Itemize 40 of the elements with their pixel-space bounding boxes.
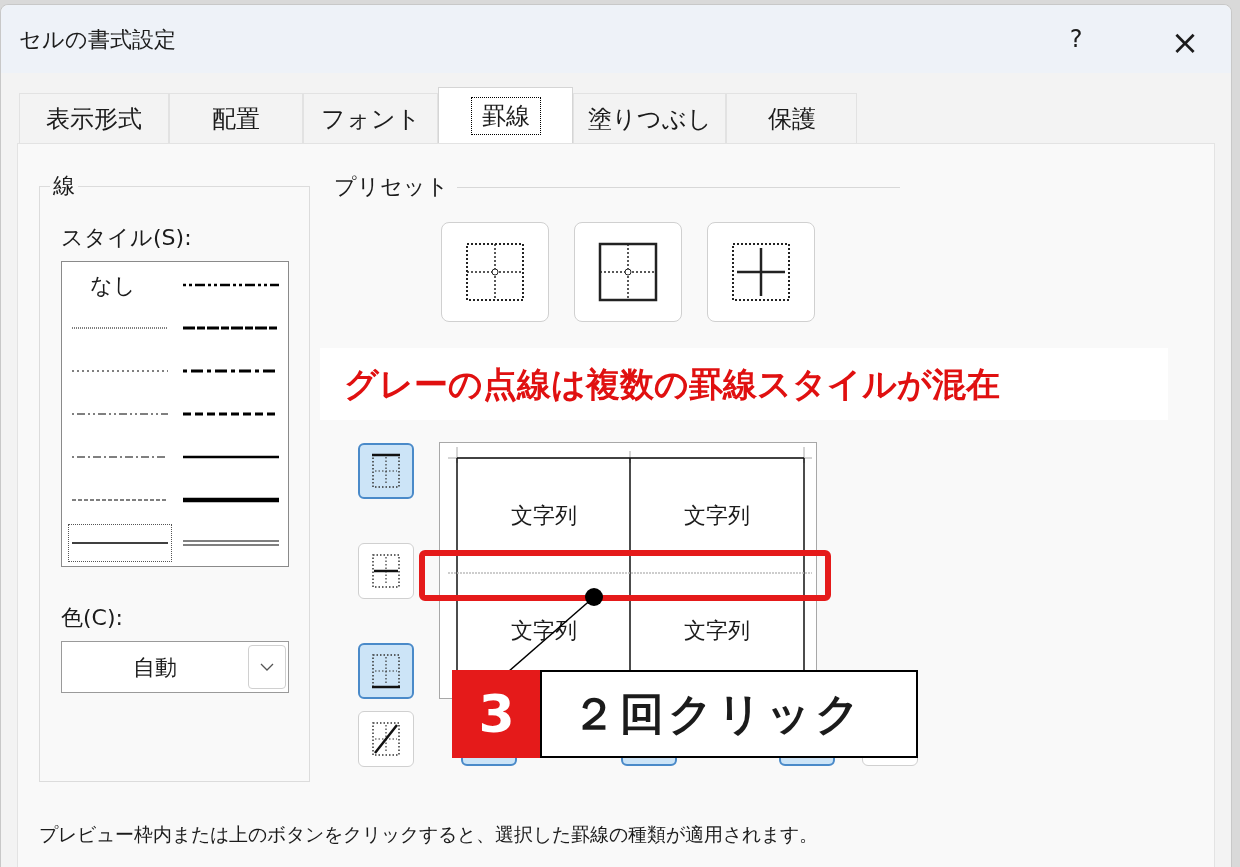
border-toggle-button[interactable] — [358, 443, 414, 499]
tab[interactable]: 罫線 — [438, 87, 573, 143]
style-label: スタイル(S): — [61, 224, 193, 252]
step-number-tooltip: 3 — [452, 670, 541, 758]
bottom-border-icon — [371, 653, 401, 689]
color-label: 色(C): — [61, 604, 124, 632]
color-value: 自動 — [132, 653, 178, 682]
group-title: プリセット — [334, 173, 449, 201]
middle-border-icon — [371, 553, 401, 589]
preview-cell-text: 文字列 — [684, 502, 751, 530]
outline-grid-icon — [598, 242, 658, 302]
preset-button[interactable] — [441, 222, 549, 322]
close-button[interactable]: × — [1157, 17, 1213, 61]
line-style-option[interactable] — [67, 523, 172, 562]
preset-button[interactable] — [574, 222, 682, 322]
line-style-list[interactable]: なし — [61, 261, 289, 567]
preview-cell-text: 文字列 — [684, 617, 751, 645]
top-border-icon — [371, 453, 401, 489]
tab[interactable]: 表示形式 — [19, 93, 169, 143]
border-toggle-button[interactable] — [358, 643, 414, 699]
step-callout-tooltip: ２回クリック — [540, 670, 918, 758]
preview-cell-text: 文字列 — [510, 617, 577, 645]
diagonal-border-icon — [371, 721, 401, 757]
border-toggle-button[interactable] — [358, 711, 414, 767]
hint-text: プレビュー枠内または上のボタンをクリックすると、選択した罫線の種類が適用されます。 — [39, 822, 819, 847]
preview-cell-text: 文字列 — [510, 502, 577, 530]
color-dropdown[interactable]: 自動 — [61, 641, 289, 693]
tab[interactable]: フォント — [303, 93, 438, 143]
preset-button[interactable] — [707, 222, 815, 322]
tab[interactable]: 保護 — [726, 93, 857, 143]
chevron-down-icon — [260, 663, 274, 671]
tab[interactable]: 配置 — [169, 93, 303, 143]
help-button[interactable]: ? — [1051, 17, 1101, 61]
border-toggle-button[interactable] — [358, 543, 414, 599]
line-style-option[interactable]: なし — [67, 266, 172, 305]
tab[interactable]: 塗りつぶし — [573, 93, 726, 143]
inside-grid-icon — [731, 242, 791, 302]
empty-grid-icon — [465, 242, 525, 302]
annotation-tooltip: グレーの点線は複数の罫線スタイルが混在 — [320, 348, 1168, 420]
window-title: セルの書式設定 — [19, 25, 176, 54]
